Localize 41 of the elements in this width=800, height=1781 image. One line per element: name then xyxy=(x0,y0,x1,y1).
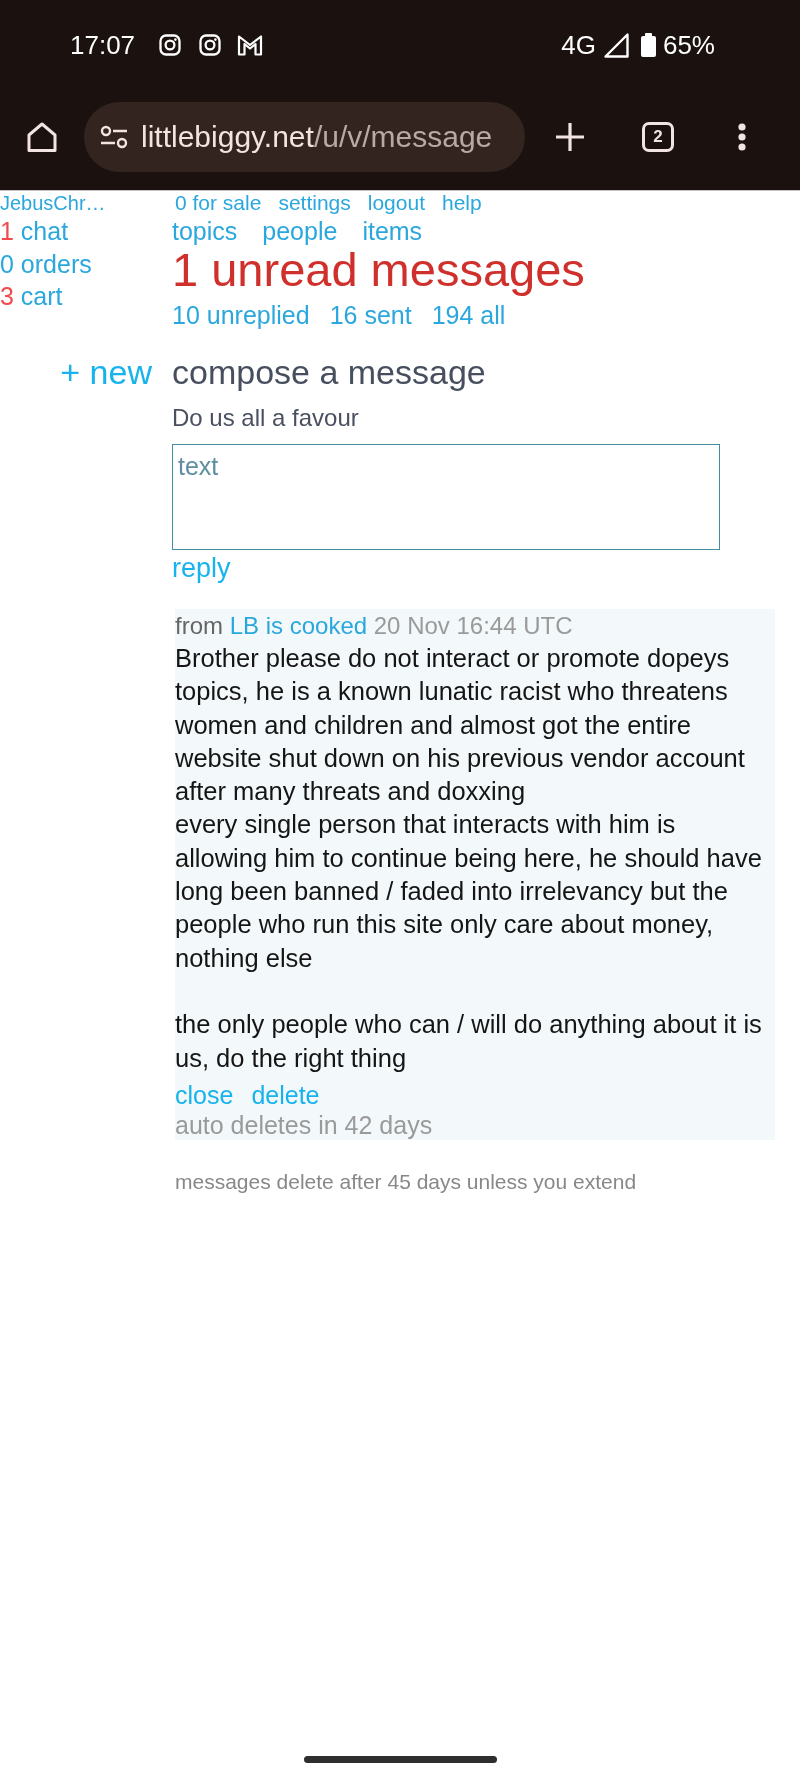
mail-icon xyxy=(237,34,264,56)
account-link[interactable]: help xyxy=(442,191,482,215)
sliders-icon[interactable] xyxy=(100,125,128,149)
reply-link[interactable]: reply xyxy=(172,551,231,585)
battery-text: 65% xyxy=(662,30,715,60)
tab-switcher-button[interactable]: 2 xyxy=(642,122,674,152)
retention-note: messages delete after 45 days unless you extend xyxy=(175,1168,638,1195)
clock-text: 17:07 xyxy=(70,30,136,60)
sender-link[interactable]: LB is cooked xyxy=(229,612,368,639)
sidebar-link[interactable]: 0 orders xyxy=(0,247,172,280)
address-bar[interactable]: littlebiggy.net/u/v/message xyxy=(84,102,525,172)
signal-icon xyxy=(603,32,629,58)
from-label: from xyxy=(175,612,223,639)
url-text: littlebiggy.net/u/v/message xyxy=(141,119,493,155)
account-link[interactable]: settings xyxy=(278,191,351,215)
nav-link[interactable]: people xyxy=(262,215,338,248)
filter-link[interactable]: 16 sent xyxy=(329,299,412,332)
message-body: Brother please do not interact or promote dopeys topics, he is a known lunatic racist who threatens women and children and almost got the entire website shut down on his previous vendor account after many threats and doxxing every single person that interacts with him is allowing him to continue being here, he should have long been banned / faded into irrelevancy but the people who run this site only care about money, nothing else the only people who can / will do anything about it is us, do the right thing xyxy=(175,643,763,1074)
message-time: 20 Nov 16:44 UTC xyxy=(373,612,573,639)
account-link[interactable]: 0 for sale xyxy=(175,191,262,215)
compose-hint: Do us all a favour xyxy=(172,403,360,433)
instagram-icon xyxy=(159,34,182,56)
expiry-text: auto deletes in 42 days xyxy=(175,1109,434,1140)
message-action-link[interactable]: close xyxy=(175,1079,234,1110)
new-message-link[interactable]: + new xyxy=(0,352,172,392)
message-input[interactable]: text xyxy=(172,444,720,550)
nav-link[interactable]: items xyxy=(362,215,423,248)
sidebar-link[interactable]: 1 chat xyxy=(0,215,172,248)
plus-icon[interactable] xyxy=(555,122,585,152)
username-link[interactable]: JebusChr… xyxy=(0,191,172,215)
filter-link[interactable]: 194 all xyxy=(431,299,506,332)
account-link[interactable]: logout xyxy=(367,191,425,215)
filter-link[interactable]: 10 unreplied xyxy=(172,299,310,332)
battery-icon xyxy=(640,33,656,57)
more-icon[interactable] xyxy=(738,123,746,151)
message-action-link[interactable]: delete xyxy=(251,1079,320,1110)
compose-title: compose a message xyxy=(172,352,487,392)
nav-link[interactable]: topics xyxy=(172,215,238,248)
network-type-text: 4G xyxy=(561,30,596,60)
sidebar-link[interactable]: 3 cart xyxy=(0,280,172,313)
instagram-icon xyxy=(199,34,222,56)
